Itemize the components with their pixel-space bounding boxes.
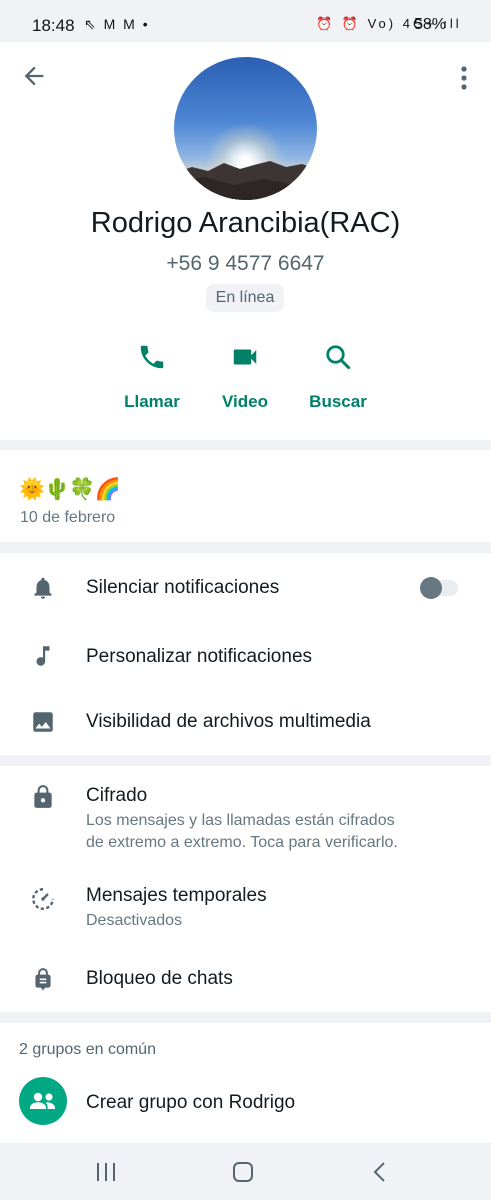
contact-phone[interactable]: +56 9 4577 6647 [0,252,491,276]
disappearing-messages-title: Mensajes temporales [86,885,267,906]
chat-lock-icon [35,968,51,991]
music-note-icon [36,646,50,666]
search-label: Buscar [309,392,367,411]
custom-notifications-row[interactable]: Personalizar notificaciones [0,621,491,689]
system-navigation-bar [0,1143,491,1200]
online-status-badge: En línea [206,284,284,312]
mute-toggle-knob[interactable] [420,577,442,599]
common-groups-section: 2 grupos en común Crear grupo con Rodrig… [0,1023,491,1143]
profile-header: Rodrigo Arancibia(RAC) +56 9 4577 6647 E… [0,42,491,440]
about-text: 🌞🌵🍀🌈 [19,478,121,501]
encryption-description-line1: Los mensajes y las llamadas están cifrad… [86,812,395,829]
contact-name: Rodrigo Arancibia(RAC) [90,207,401,239]
image-icon [33,712,53,732]
mountain-silhouette [174,161,317,200]
back-icon[interactable] [366,1161,396,1183]
home-icon[interactable] [228,1161,258,1183]
media-visibility-label: Visibilidad de archivos multimedia [86,711,371,732]
timer-icon [32,888,54,910]
mute-notifications-label: Silenciar notificaciones [86,577,280,598]
phone-icon [140,345,164,369]
chat-lock-label: Bloqueo de chats [86,968,233,989]
search-button[interactable]: Buscar [283,342,393,412]
disappearing-messages-row[interactable]: Mensajes temporales Desactivados [0,866,491,946]
notification-icons: ⇖ M M • [84,16,150,32]
mute-notifications-row[interactable]: Silenciar notificaciones [0,553,491,621]
about-date: 10 de febrero [20,509,116,526]
more-options-icon[interactable] [452,64,476,94]
bell-icon [34,577,52,599]
create-group-label[interactable]: Crear grupo con Rodrigo [86,1092,295,1114]
lock-icon [34,785,52,808]
media-visibility-row[interactable]: Visibilidad de archivos multimedia [0,689,491,755]
disappearing-messages-value: Desactivados [86,912,183,929]
notification-settings: Silenciar notificaciones Personalizar no… [0,553,491,755]
video-icon [233,349,257,365]
status-bar: 18:48 ⇖ M M • ⏰ ⏰ Vo) 4G+ ıll 58% [0,0,491,42]
chat-lock-row[interactable]: Bloqueo de chats [0,946,491,1012]
security-settings: Cifrado Los mensajes y las llamadas está… [0,766,491,1012]
custom-notifications-label: Personalizar notificaciones [86,646,313,667]
profile-photo[interactable] [174,57,317,200]
status-time: 18:48 [32,16,75,35]
create-group-button[interactable] [19,1077,67,1125]
encryption-title: Cifrado [86,785,148,806]
about-section[interactable]: 🌞🌵🍀🌈 10 de febrero [0,450,491,542]
battery-level: 58% [414,16,447,33]
encryption-row[interactable]: Cifrado Los mensajes y las llamadas está… [0,766,491,866]
search-icon [326,345,351,370]
encryption-description-line2: de extremo a extremo. Toca para verifica… [86,834,398,851]
group-icon [30,1092,55,1109]
common-groups-count: 2 grupos en común [19,1041,156,1058]
recent-apps-icon[interactable] [91,1161,121,1183]
back-arrow-icon[interactable] [20,62,48,90]
